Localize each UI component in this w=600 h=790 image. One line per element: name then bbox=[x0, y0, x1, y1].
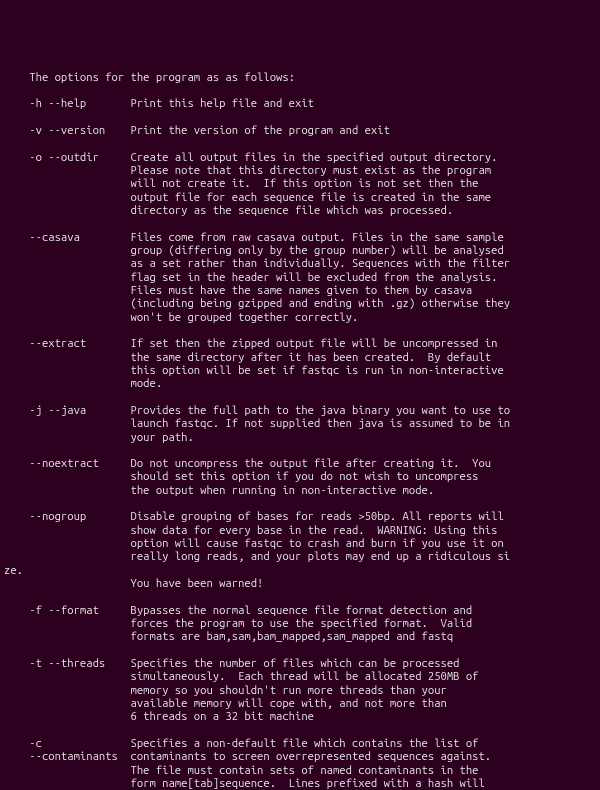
terminal-line: output file for each sequence file is cr… bbox=[4, 191, 600, 204]
terminal-line: The options for the program as as follow… bbox=[4, 71, 600, 84]
terminal-line: the same directory after it has been cre… bbox=[4, 351, 600, 364]
terminal-line bbox=[4, 724, 600, 737]
terminal-line bbox=[4, 137, 600, 150]
terminal-line: show data for every base in the read. WA… bbox=[4, 524, 600, 537]
terminal-line: launch fastqc. If not supplied then java… bbox=[4, 417, 600, 430]
terminal-line bbox=[4, 644, 600, 657]
terminal-line bbox=[4, 324, 600, 337]
terminal-line: --noextract Do not uncompress the output… bbox=[4, 457, 600, 470]
terminal-line: simultaneously. Each thread will be allo… bbox=[4, 670, 600, 683]
terminal-line: --casava Files come from raw casava outp… bbox=[4, 231, 600, 244]
terminal-line: formats are bam,sam,bam_mapped,sam_mappe… bbox=[4, 630, 600, 643]
terminal-line bbox=[4, 217, 600, 230]
terminal-line: directory as the sequence file which was… bbox=[4, 204, 600, 217]
terminal-line: will not create it. If this option is no… bbox=[4, 177, 600, 190]
terminal-line: -h --help Print this help file and exit bbox=[4, 97, 600, 110]
terminal-line: 6 threads on a 32 bit machine bbox=[4, 710, 600, 723]
terminal-line: form name[tab]sequence. Lines prefixed w… bbox=[4, 777, 600, 790]
terminal-line: -c Specifies a non-default file which co… bbox=[4, 737, 600, 750]
terminal-line: ze. bbox=[4, 564, 600, 577]
terminal-line bbox=[4, 111, 600, 124]
terminal-line: -f --format Bypasses the normal sequence… bbox=[4, 604, 600, 617]
terminal-line: really long reads, and your plots may en… bbox=[4, 550, 600, 563]
terminal-line: this option will be set if fastqc is run… bbox=[4, 364, 600, 377]
terminal-line: Please note that this directory must exi… bbox=[4, 164, 600, 177]
terminal-line: memory so you shouldn't run more threads… bbox=[4, 684, 600, 697]
terminal-line bbox=[4, 590, 600, 603]
terminal-line: Files must have the same names given to … bbox=[4, 284, 600, 297]
terminal-line: available memory will cope with, and not… bbox=[4, 697, 600, 710]
terminal-line: --extract If set then the zipped output … bbox=[4, 337, 600, 350]
terminal-line: -t --threads Specifies the number of fil… bbox=[4, 657, 600, 670]
terminal-line: The file must contain sets of named cont… bbox=[4, 764, 600, 777]
terminal-line bbox=[4, 497, 600, 510]
terminal-line: as a set rather than individually. Seque… bbox=[4, 257, 600, 270]
terminal-line: flag set in the header will be excluded … bbox=[4, 271, 600, 284]
terminal-line: --nogroup Disable grouping of bases for … bbox=[4, 510, 600, 523]
terminal-line: -j --java Provides the full path to the … bbox=[4, 404, 600, 417]
terminal-line: (including being gzipped and ending with… bbox=[4, 297, 600, 310]
terminal-line: You have been warned! bbox=[4, 577, 600, 590]
terminal-line: --contaminants contaminants to screen ov… bbox=[4, 750, 600, 763]
terminal-line: your path. bbox=[4, 431, 600, 444]
terminal-line: won't be grouped together correctly. bbox=[4, 311, 600, 324]
terminal-line: should set this option if you do not wis… bbox=[4, 470, 600, 483]
terminal-line: forces the program to use the specified … bbox=[4, 617, 600, 630]
terminal-line: mode. bbox=[4, 377, 600, 390]
terminal-line: the output when running in non-interacti… bbox=[4, 484, 600, 497]
terminal-line: -o --outdir Create all output files in t… bbox=[4, 151, 600, 164]
terminal-line bbox=[4, 391, 600, 404]
terminal-line: option will cause fastqc to crash and bu… bbox=[4, 537, 600, 550]
terminal-line bbox=[4, 444, 600, 457]
terminal-line: -v --version Print the version of the pr… bbox=[4, 124, 600, 137]
terminal-line: group (differing only by the group numbe… bbox=[4, 244, 600, 257]
terminal-line bbox=[4, 84, 600, 97]
terminal-help-output: The options for the program as as follow… bbox=[0, 67, 600, 790]
